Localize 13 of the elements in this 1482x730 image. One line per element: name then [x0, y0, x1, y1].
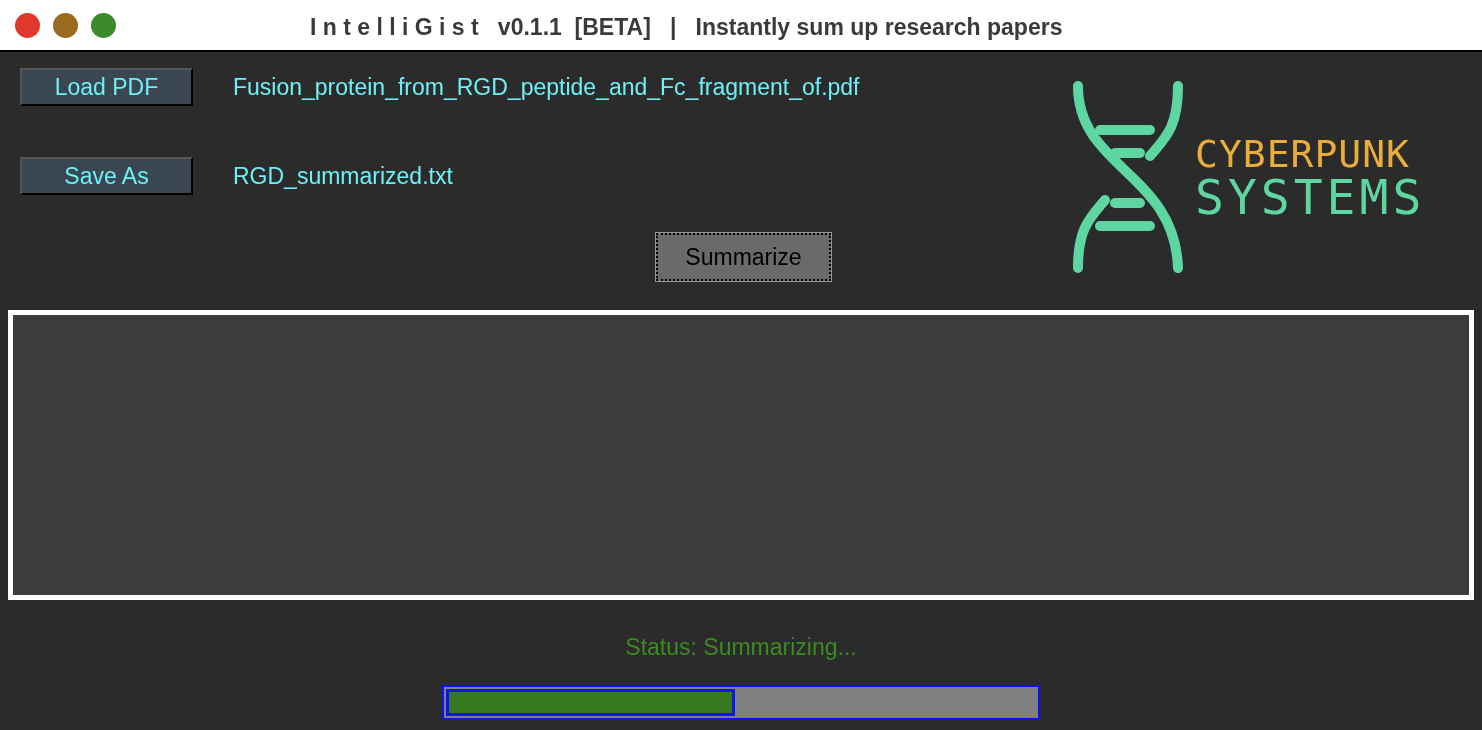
logo-text: CYBERPUNK	[1195, 135, 1411, 173]
status-text: Status: Summarizing...	[625, 633, 857, 662]
window-title: I n t e l l i G i s t v0.1.1 [BETA] | Instantly sum up research papers	[310, 13, 1063, 42]
logo-text: SYSTEMS	[1195, 173, 1426, 221]
zoom-icon[interactable]	[91, 12, 116, 38]
summary-text-area[interactable]	[8, 310, 1474, 600]
file-name: Fusion_protein_from_RGD_peptide_and_Fc_fragment_of.pdf	[233, 72, 860, 102]
file-button[interactable]: Load PDF	[20, 68, 193, 106]
file-button[interactable]: Save As	[20, 157, 193, 195]
summarize-button[interactable]: Summarize	[656, 233, 831, 281]
close-icon[interactable]	[15, 12, 40, 38]
file-name: RGD_summarized.txt	[233, 161, 453, 191]
minimize-icon[interactable]	[53, 12, 78, 38]
